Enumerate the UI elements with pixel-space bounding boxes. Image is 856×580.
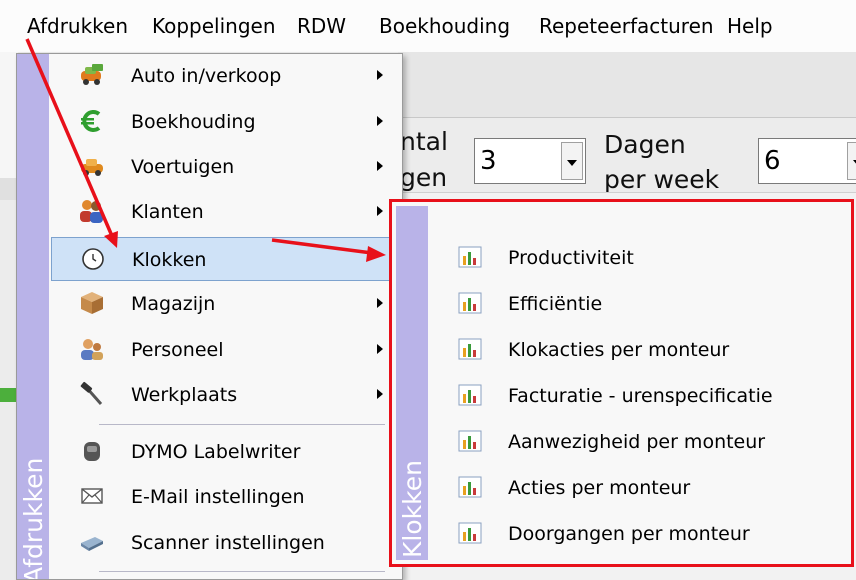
submenu-item-klokacties-per-monteur[interactable]: Klokacties per monteur bbox=[432, 328, 850, 372]
submenu-item-doorgangen-per-monteur[interactable]: Doorgangen per monteur bbox=[432, 512, 850, 556]
menu-item-voertuigen[interactable]: Voertuigen bbox=[51, 145, 401, 189]
menu-item-personeel[interactable]: Personeel bbox=[51, 328, 401, 372]
menu-bar: Afdrukken Koppelingen RDW Boekhouding Re… bbox=[0, 0, 856, 52]
klokken-submenu: Klokken Productiviteit Efficiëntie Klokact… bbox=[389, 199, 854, 567]
report-chart-icon bbox=[458, 246, 482, 268]
report-chart-icon bbox=[458, 384, 482, 406]
menu-item-label: Werkplaats bbox=[131, 384, 238, 406]
submenu-arrow-icon bbox=[377, 116, 383, 126]
submenu-item-label: Efficiëntie bbox=[508, 293, 603, 315]
menu-item-label: Personeel bbox=[131, 339, 224, 361]
aantal-value: 3 bbox=[480, 146, 497, 176]
menu-item-auto-inverkoop[interactable]: Auto in/verkoop bbox=[51, 54, 401, 98]
clock-icon bbox=[82, 248, 104, 270]
submenu-item-label: Aanwezigheid per monteur bbox=[508, 431, 766, 453]
afdrukken-dropdown: Afdrukken Auto in/verkoop Boekhouding Vo… bbox=[16, 53, 403, 580]
menu-sidebar-label: Afdrukken bbox=[19, 457, 48, 580]
menu-boekhouding[interactable]: Boekhouding bbox=[379, 12, 510, 40]
hammer-icon bbox=[80, 381, 103, 405]
menu-separator bbox=[99, 571, 385, 572]
submenu-item-label: Acties per monteur bbox=[508, 477, 691, 499]
menu-item-label: Klanten bbox=[131, 201, 204, 223]
report-chart-icon bbox=[458, 522, 482, 544]
submenu-item-facturatie-urenspecificatie[interactable]: Facturatie - urenspecificatie bbox=[432, 374, 850, 418]
submenu-arrow-icon bbox=[377, 70, 383, 80]
label-printer-icon bbox=[84, 442, 100, 461]
toolbar-divider bbox=[398, 117, 856, 118]
submenu-arrow-icon bbox=[377, 161, 383, 171]
dagen-combobox[interactable]: 6 bbox=[758, 138, 856, 184]
report-chart-icon bbox=[458, 430, 482, 452]
submenu-item-label: Klokacties per monteur bbox=[508, 339, 730, 361]
dagen-value: 6 bbox=[764, 146, 781, 176]
menu-item-label: Auto in/verkoop bbox=[131, 65, 282, 87]
scanner-icon bbox=[81, 537, 103, 551]
menu-item-dymo-labelwriter[interactable]: DYMO Labelwriter bbox=[51, 430, 401, 474]
submenu-arrow-icon bbox=[377, 206, 383, 216]
submenu-item-acties-per-monteur[interactable]: Acties per monteur bbox=[432, 466, 850, 510]
car-money-icon bbox=[81, 64, 103, 85]
submenu-arrow-icon bbox=[377, 344, 383, 354]
menu-item-label: Magazijn bbox=[131, 293, 216, 315]
box-icon bbox=[81, 292, 103, 314]
submenu-item-productiviteit[interactable]: Productiviteit bbox=[432, 236, 850, 280]
menu-rdw[interactable]: RDW bbox=[297, 12, 346, 40]
dagen-label-line1: Dagen bbox=[604, 130, 686, 159]
submenu-sidebar-label: Klokken bbox=[398, 460, 427, 558]
menu-item-label: Voertuigen bbox=[131, 156, 235, 178]
users-icon bbox=[80, 200, 103, 223]
report-chart-icon bbox=[458, 476, 482, 498]
submenu-item-effici-ntie[interactable]: Efficiëntie bbox=[432, 282, 850, 326]
app-toolbar bbox=[398, 52, 856, 118]
menu-item-werkplaats[interactable]: Werkplaats bbox=[51, 373, 401, 417]
euro-icon bbox=[81, 110, 101, 132]
submenu-item-label: Facturatie - urenspecificatie bbox=[508, 385, 773, 407]
envelope-icon bbox=[81, 488, 103, 504]
menu-separator bbox=[99, 424, 385, 425]
chevron-down-icon[interactable] bbox=[561, 142, 583, 180]
menu-item-klanten[interactable]: Klanten bbox=[51, 190, 401, 234]
submenu-arrow-icon bbox=[377, 389, 383, 399]
aantal-label-line1: ntal bbox=[400, 127, 448, 156]
menu-item-klokken[interactable]: Klokken bbox=[51, 237, 401, 281]
menu-koppelingen[interactable]: Koppelingen bbox=[152, 12, 276, 40]
menu-item-label: Klokken bbox=[132, 249, 207, 271]
menu-item-email-instellingen[interactable]: E-Mail instellingen bbox=[51, 475, 401, 519]
aantal-combobox[interactable]: 3 bbox=[474, 138, 586, 184]
menu-item-label: Scanner instellingen bbox=[131, 532, 325, 554]
chevron-down-icon[interactable] bbox=[847, 142, 856, 180]
submenu-item-label: Productiviteit bbox=[508, 247, 634, 269]
car-icon bbox=[81, 159, 103, 176]
menu-item-boekhouding[interactable]: Boekhouding bbox=[51, 100, 401, 144]
menu-afdrukken[interactable]: Afdrukken bbox=[27, 12, 128, 40]
menu-repeteerfacturen[interactable]: Repeteerfacturen bbox=[539, 12, 714, 40]
submenu-item-label: Doorgangen per monteur bbox=[508, 523, 750, 545]
menu-item-magazijn[interactable]: Magazijn bbox=[51, 282, 401, 326]
personnel-icon bbox=[81, 339, 103, 360]
menu-item-label: Boekhouding bbox=[131, 111, 256, 133]
submenu-arrow-icon bbox=[377, 298, 383, 308]
report-chart-icon bbox=[458, 292, 482, 314]
menu-help[interactable]: Help bbox=[727, 12, 773, 40]
aantal-label-line2: gen bbox=[400, 163, 448, 192]
submenu-item-aanwezigheid-per-monteur[interactable]: Aanwezigheid per monteur bbox=[432, 420, 850, 464]
dagen-label-line2: per week bbox=[604, 165, 720, 194]
menu-item-label: E-Mail instellingen bbox=[131, 486, 305, 508]
menu-item-scanner-instellingen[interactable]: Scanner instellingen bbox=[51, 521, 401, 565]
report-chart-icon bbox=[458, 338, 482, 360]
menu-item-label: DYMO Labelwriter bbox=[131, 441, 301, 463]
